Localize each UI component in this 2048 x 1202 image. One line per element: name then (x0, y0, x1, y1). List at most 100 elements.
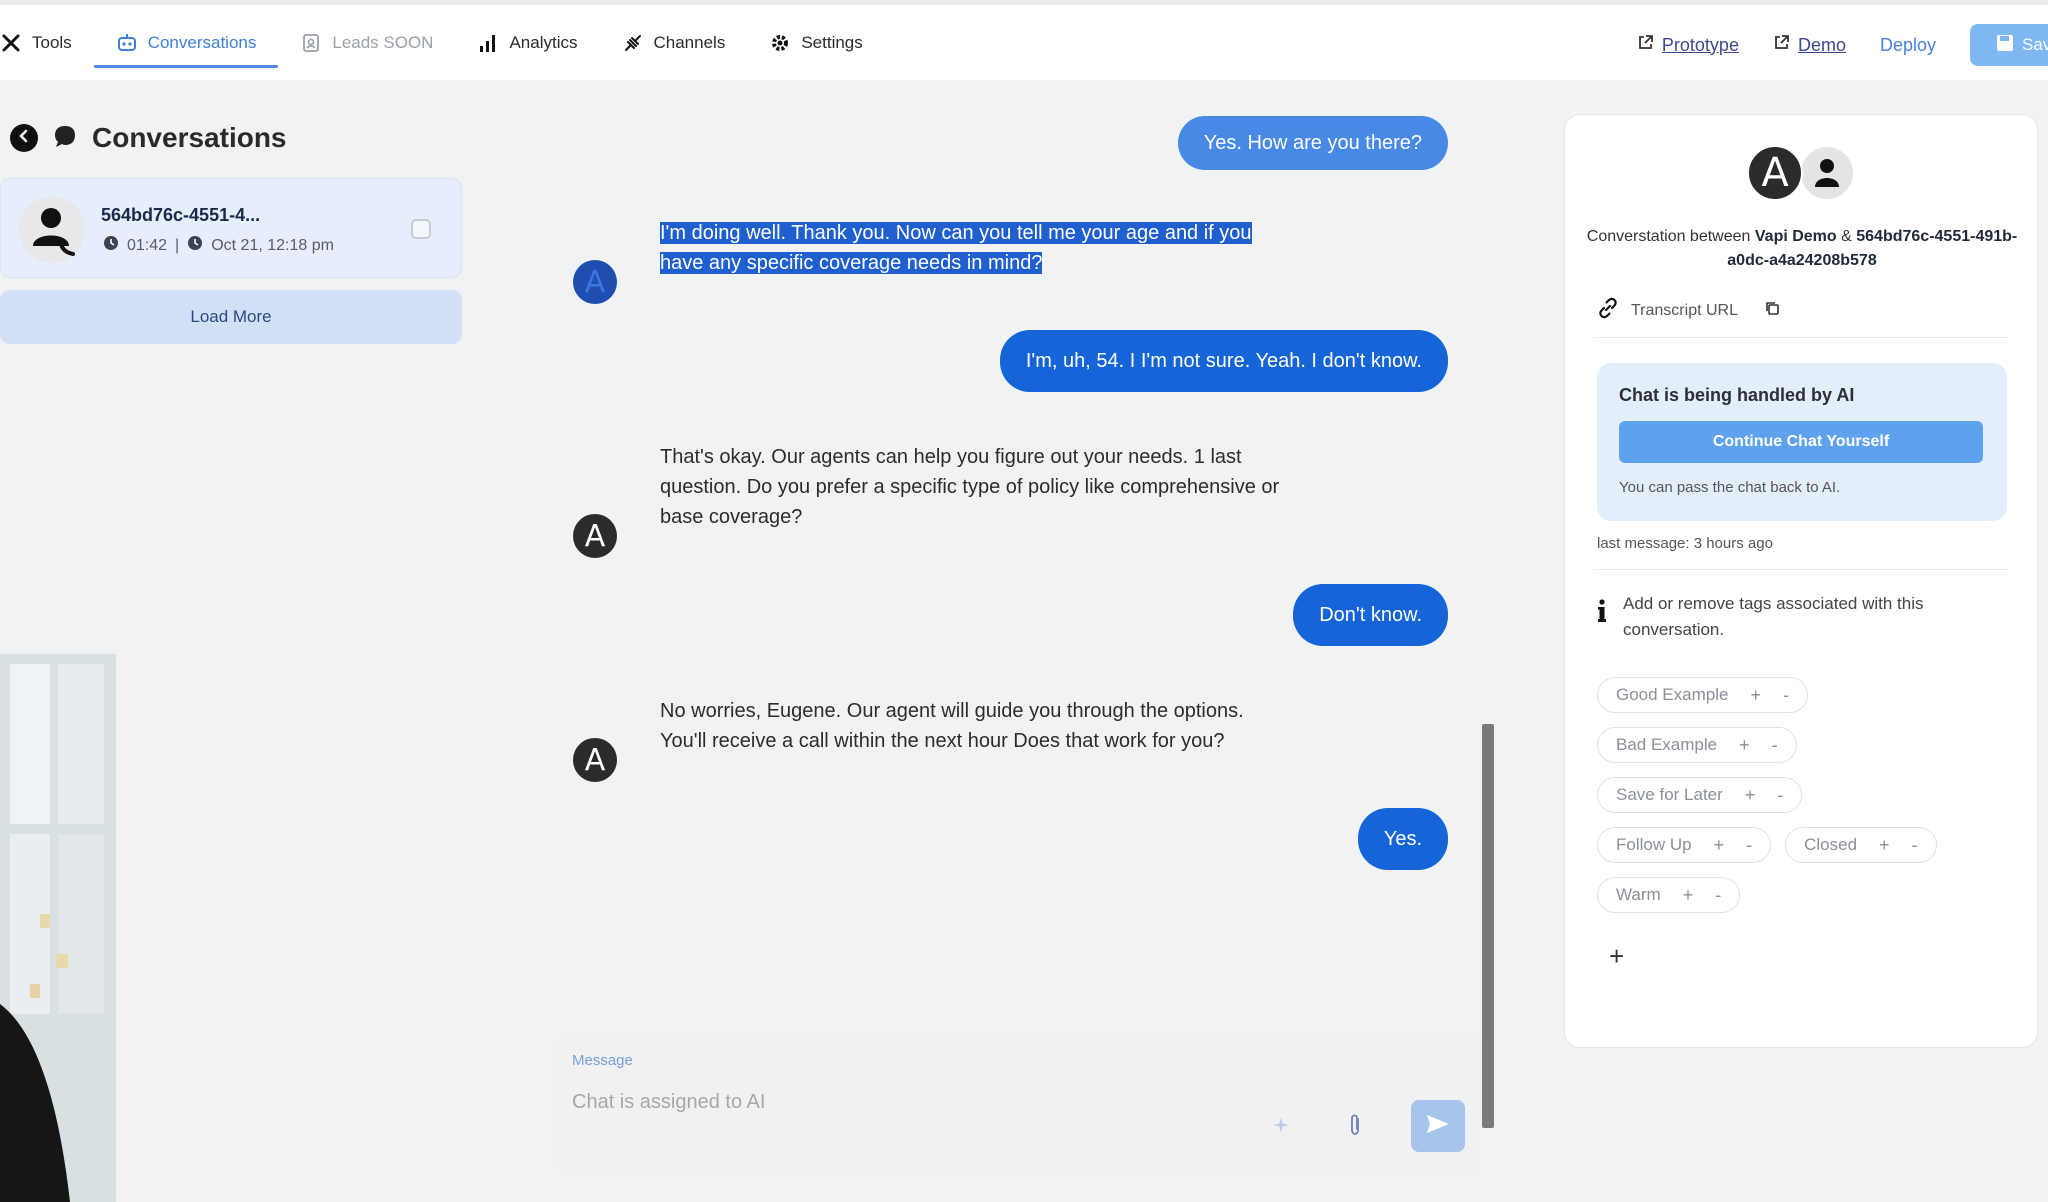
bot-avatar: A (573, 738, 617, 782)
chevron-left-icon (17, 129, 31, 148)
link-icon (1597, 297, 1619, 324)
conversation-id: 564bd76c-4551-4... (101, 205, 261, 225)
ai-handling-box: Chat is being handled by AI Continue Cha… (1597, 363, 2007, 521)
tag-label: Save for Later (1616, 785, 1723, 804)
last-message-time: last message: 3 hours ago (1597, 535, 1773, 552)
tag-add-button[interactable]: + (1714, 835, 1725, 856)
top-actions: Prototype Demo Deploy Sav (1637, 5, 2048, 85)
message-text: Yes. (1383, 827, 1422, 850)
nav-settings[interactable]: Settings (747, 5, 884, 80)
between-amp: & (1836, 228, 1857, 245)
back-button[interactable] (10, 124, 38, 152)
conversation-date: Oct 21, 12:18 pm (211, 236, 334, 254)
agent-avatar: A (1747, 145, 1803, 201)
message-text: Yes. How are you there? (1203, 131, 1422, 154)
chat-bubble-icon (52, 123, 78, 154)
external-link-icon (1773, 34, 1790, 56)
tag-add-button[interactable]: + (1739, 735, 1750, 756)
add-tag-button[interactable]: + (1609, 941, 1624, 972)
ai-handling-title: Chat is being handled by AI (1619, 385, 1855, 405)
message-label: Message (572, 1052, 633, 1069)
send-button[interactable] (1411, 1100, 1465, 1152)
nav-settings-label: Settings (801, 32, 863, 52)
ai-handling-note: You can pass the chat back to AI. (1619, 479, 1841, 496)
nav-channels-label: Channels (653, 32, 726, 52)
paperclip-icon[interactable] (1340, 1110, 1370, 1140)
between-prefix: Converstation between (1586, 228, 1755, 245)
user-message: I'm, uh, 54. I I'm not sure. Yeah. I don… (999, 330, 1448, 392)
tag-add-button[interactable]: + (1745, 785, 1756, 806)
conversation-list-item[interactable]: 564bd76c-4551-4... 01:42 | Oct 21, 12:18… (0, 178, 462, 278)
tag-remove-button[interactable]: - (1746, 835, 1752, 856)
bot-avatar: A (573, 260, 617, 304)
sparkle-icon[interactable] (1266, 1110, 1296, 1140)
nav-conversations-label: Conversations (147, 32, 257, 52)
tag-remove-button[interactable]: - (1777, 785, 1783, 806)
tag-remove-button[interactable]: - (1783, 685, 1789, 706)
message-text: I'm doing well. Thank you. Now can you t… (660, 218, 1300, 278)
tags-info-text: Add or remove tags associated with this … (1623, 594, 1924, 639)
nav-analytics[interactable]: Analytics (455, 5, 599, 80)
continue-chat-button[interactable]: Continue Chat Yourself (1619, 421, 1983, 463)
nav-analytics-label: Analytics (509, 32, 578, 52)
robot-icon (116, 32, 138, 54)
load-more-button[interactable]: Load More (0, 290, 462, 344)
top-navigation-bar: Tools Conversations Leads SOON Analytics… (0, 0, 2048, 80)
message-composer: Message (556, 1034, 1482, 1176)
demo-label: Demo (1797, 34, 1846, 55)
nav-conversations[interactable]: Conversations (93, 5, 279, 80)
nav-tools-label: Tools (32, 32, 72, 52)
tools-icon (0, 32, 22, 54)
tags-info: Add or remove tags associated with this … (1597, 591, 2007, 643)
conversation-details-panel: A Converstation between Vapi Demo & 564b… (1564, 114, 2038, 1048)
gear-icon (769, 32, 791, 54)
conversations-header: Conversations (10, 122, 287, 154)
prototype-link[interactable]: Prototype (1637, 34, 1739, 56)
tag-label: Closed (1804, 835, 1858, 854)
tag-chip: Bad Example + - (1597, 727, 1797, 763)
message-text: That's okay. Our agents can help you fig… (660, 446, 1280, 528)
transcript-url-link[interactable]: Transcript URL (1631, 302, 1738, 320)
nav-leads-label: Leads SOON (332, 32, 434, 52)
tag-label: Bad Example (1616, 735, 1718, 754)
bar-chart-icon (477, 32, 499, 54)
tag-add-button[interactable]: + (1879, 835, 1890, 856)
bot-avatar: A (573, 514, 617, 558)
tag-chip: Warm + - (1597, 877, 1741, 913)
nav-channels[interactable]: Channels (600, 5, 748, 80)
select-checkbox[interactable] (411, 219, 431, 239)
save-icon (1996, 34, 2014, 57)
message-text: I'm, uh, 54. I I'm not sure. Yeah. I don… (1025, 349, 1422, 372)
clock-icon (103, 235, 119, 256)
message-line: I'm doing well. Thank you. Now can you t… (660, 222, 1252, 244)
message-text: No worries, Eugene. Our agent will guide… (660, 700, 1244, 752)
user-avatar (1799, 145, 1855, 201)
deploy-button[interactable]: Deploy (1880, 35, 1936, 56)
demo-link[interactable]: Demo (1773, 34, 1846, 56)
tag-add-button[interactable]: + (1683, 885, 1694, 906)
copy-icon[interactable] (1764, 300, 1780, 321)
participant-avatars: A (1747, 145, 1867, 205)
nav-leads[interactable]: Leads SOON (278, 5, 455, 80)
message-text: Don't know. (1319, 603, 1422, 626)
tag-chip: Closed + - (1785, 827, 1937, 863)
tag-label: Good Example (1616, 685, 1729, 704)
webcam-overlay (0, 654, 116, 1202)
meta-separator: | (175, 236, 180, 254)
divider (1597, 337, 2007, 338)
send-icon (1425, 1113, 1451, 1140)
message-input[interactable] (572, 1084, 1212, 1120)
tag-remove-button[interactable]: - (1715, 885, 1721, 906)
nav-tools[interactable]: Tools (0, 5, 94, 80)
external-link-icon (1637, 34, 1654, 56)
avatar (19, 197, 85, 263)
tag-add-button[interactable]: + (1750, 685, 1761, 706)
user-message: Yes. How are you there? (1177, 116, 1448, 170)
save-button[interactable]: Sav (1970, 24, 2048, 66)
tag-remove-button[interactable]: - (1912, 835, 1918, 856)
user-message: Yes. (1357, 808, 1448, 870)
chat-scrollbar[interactable] (1482, 724, 1494, 1128)
tag-list: Good Example + - Bad Example + - Save fo… (1597, 677, 2007, 927)
tag-remove-button[interactable]: - (1772, 735, 1778, 756)
divider (1597, 569, 2007, 570)
